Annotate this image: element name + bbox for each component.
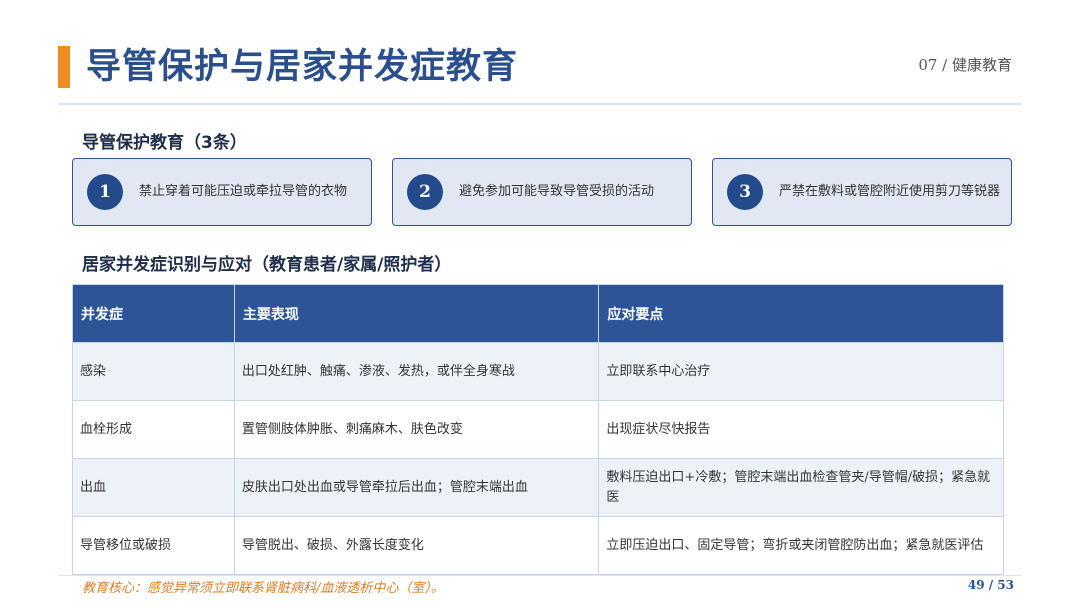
number-badge: 2	[407, 174, 443, 210]
table-row: 感染 出口处红肿、触痛、渗液、发热，或伴全身寒战 立即联系中心治疗	[72, 342, 1004, 401]
page-number: 49 / 53	[967, 578, 1014, 592]
protection-card-1: 1 禁止穿着可能压迫或牵拉导管的衣物	[72, 158, 372, 226]
table-cell: 导管移位或破损	[72, 516, 235, 575]
column-header: 主要表现	[233, 284, 600, 343]
protection-card-2: 2 避免参加可能导致导管受损的活动	[392, 158, 692, 226]
table-cell: 血栓形成	[72, 400, 235, 459]
title-accent-bar	[58, 46, 70, 88]
table-cell: 感染	[72, 342, 235, 401]
table-cell: 皮肤出口处出血或导管牵拉后出血；管腔末端出血	[233, 458, 600, 517]
complications-table: 并发症 主要表现 应对要点 感染 出口处红肿、触痛、渗液、发热，或伴全身寒战 立…	[72, 284, 1004, 575]
footer-divider	[58, 575, 1022, 576]
protection-text: 禁止穿着可能压迫或牵拉导管的衣物	[139, 184, 348, 199]
table-cell: 出口处红肿、触痛、渗液、发热，或伴全身寒战	[233, 342, 600, 401]
page-title: 导管保护与居家并发症教育	[86, 47, 519, 87]
column-header: 并发症	[72, 284, 235, 343]
table-cell: 置管侧肢体肿胀、刺痛麻木、肤色改变	[233, 400, 600, 459]
table-cell: 出血	[72, 458, 235, 517]
protection-heading: 导管保护教育（3条）	[82, 133, 247, 153]
protection-text: 严禁在敷料或管腔附近使用剪刀等锐器	[779, 184, 1001, 199]
table-cell: 出现症状尽快报告	[598, 400, 1004, 459]
table-row: 血栓形成 置管侧肢体肿胀、刺痛麻木、肤色改变 出现症状尽快报告	[72, 400, 1004, 459]
table-header-row: 并发症 主要表现 应对要点	[72, 284, 1004, 343]
number-badge: 1	[87, 174, 123, 210]
table-cell: 敷料压迫出口+冷敷；管腔末端出血检查管夹/导管帽/破损；紧急就医	[598, 458, 1004, 517]
header-divider	[58, 103, 1022, 105]
table-cell: 立即联系中心治疗	[598, 342, 1004, 401]
table-row: 出血 皮肤出口处出血或导管牵拉后出血；管腔末端出血 敷料压迫出口+冷敷；管腔末端…	[72, 458, 1004, 517]
protection-text: 避免参加可能导致导管受损的活动	[459, 184, 655, 199]
number-badge: 3	[727, 174, 763, 210]
section-tag: 07 / 健康教育	[918, 56, 1012, 74]
protection-card-3: 3 严禁在敷料或管腔附近使用剪刀等锐器	[712, 158, 1012, 226]
complications-heading: 居家并发症识别与应对（教育患者/家属/照护者）	[82, 255, 452, 275]
table-cell: 立即压迫出口、固定导管；弯折或夹闭管腔防出血；紧急就医评估	[598, 516, 1004, 575]
table-cell: 导管脱出、破损、外露长度变化	[233, 516, 600, 575]
table-row: 导管移位或破损 导管脱出、破损、外露长度变化 立即压迫出口、固定导管；弯折或夹闭…	[72, 516, 1004, 575]
footer-note: 教育核心：感觉异常须立即联系肾脏病科/血液透析中心（室）。	[82, 581, 444, 596]
column-header: 应对要点	[598, 284, 1004, 343]
